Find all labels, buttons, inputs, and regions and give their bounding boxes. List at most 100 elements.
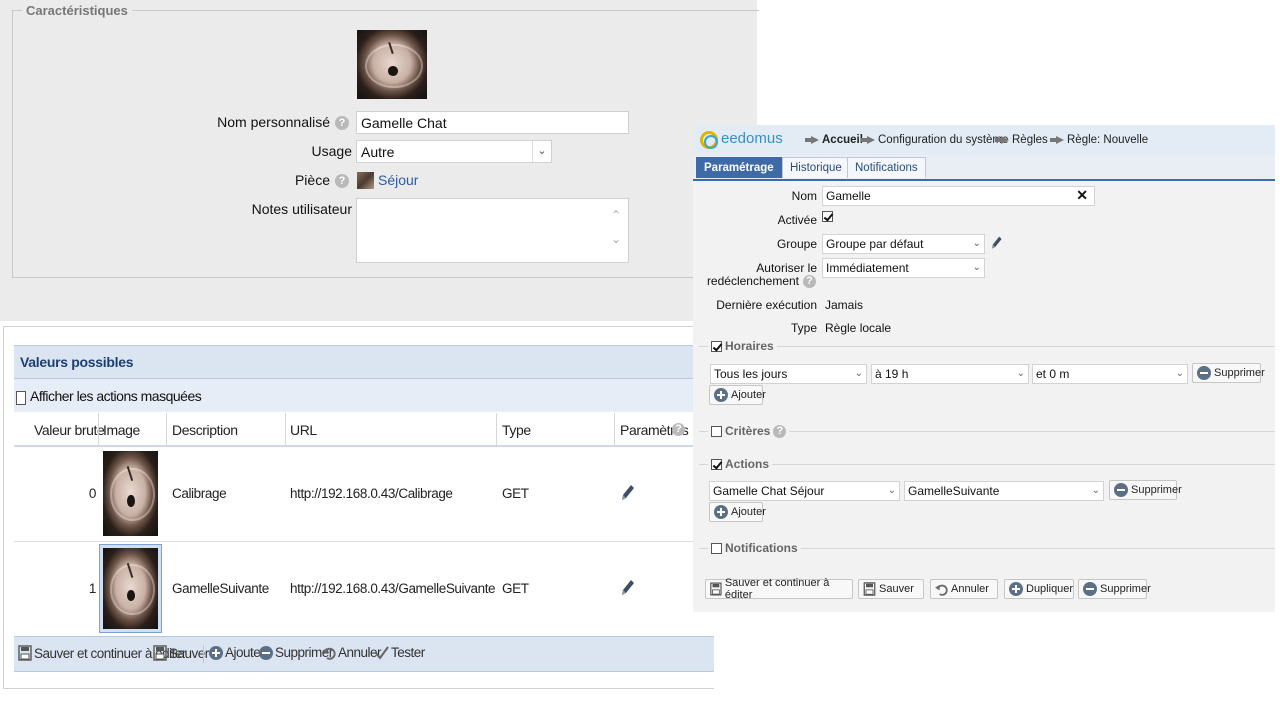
horaires-delete-button[interactable]: Supprimer — [1192, 363, 1265, 383]
row-description: Calibrage — [172, 486, 227, 501]
usage-value: Autre — [361, 144, 395, 160]
add-button[interactable]: Ajouter — [209, 645, 265, 660]
actions-checkbox[interactable] — [711, 458, 722, 470]
save-button[interactable]: Sauver — [858, 579, 924, 599]
activee-checkbox[interactable] — [822, 211, 833, 222]
autoriser-value: Immédiatement — [826, 261, 909, 275]
usage-label: Usage — [311, 143, 352, 159]
eedomus-logo-icon — [700, 131, 718, 149]
breadcrumb-regles[interactable]: Règles — [995, 134, 1048, 146]
actions-device-select[interactable]: Gamelle Chat Séjour ⌄ — [709, 481, 900, 501]
pencil-icon[interactable] — [619, 483, 635, 503]
eedomus-brand: eedomus — [721, 130, 783, 147]
test-button[interactable]: Tester — [375, 645, 425, 660]
table-row[interactable]: 1 GamelleSuivante http://192.168.0.43/Ga… — [14, 542, 714, 637]
horaires-jours-value: Tous les jours — [714, 367, 788, 381]
save-continue-label: Sauver et continuer à éditer — [724, 577, 830, 601]
help-icon[interactable]: ? — [773, 424, 787, 438]
notifications-checkbox[interactable] — [711, 542, 722, 554]
horaires-jours-select[interactable]: Tous les jours ⌄ — [710, 364, 867, 384]
horaires-minute-value: et 0 m — [1036, 367, 1070, 381]
piece-link[interactable]: Séjour — [378, 172, 418, 188]
horaires-minute-select[interactable]: et 0 m ⌄ — [1032, 364, 1188, 384]
breadcrumb-config[interactable]: Configuration du système — [861, 134, 1008, 146]
col-type: Type — [502, 422, 531, 438]
valeur-brute: 0 — [88, 486, 97, 501]
row-url: http://192.168.0.43/GamelleSuivante — [290, 581, 496, 596]
duplicate-button[interactable]: Dupliquer — [1004, 579, 1074, 599]
breadcrumb-current: Règle: Nouvelle — [1050, 134, 1148, 146]
delete-button[interactable]: Supprimer — [1078, 579, 1151, 599]
horaires-heure-select[interactable]: à 19 h ⌄ — [871, 364, 1029, 384]
table-row[interactable]: 0 Calibrage http://192.168.0.43/Calibrag… — [14, 447, 714, 542]
nom-input[interactable]: Gamelle ✕ — [822, 186, 1095, 206]
derniere-execution-label: Dernière exécution — [716, 298, 817, 312]
save-continue-button[interactable]: Sauver et continuer à éditer — [705, 577, 853, 601]
cancel-button[interactable]: Annuler — [930, 579, 998, 599]
delete-label: Supprimer — [1100, 583, 1151, 595]
breadcrumb-home[interactable]: Accueil — [805, 134, 863, 146]
horaires-heure-value: à 19 h — [875, 367, 909, 381]
criteres-checkbox[interactable] — [711, 425, 722, 437]
autoriser-label-line2: redéclenchement — [706, 274, 799, 288]
col-image: Image — [103, 422, 140, 438]
horaires-checkbox[interactable] — [711, 340, 722, 352]
nom-value: Gamelle — [826, 189, 871, 203]
actions-section: Actions — [708, 457, 773, 471]
valeurs-header-bar: Valeurs possibles — [14, 345, 714, 379]
piece-label: Pièce — [294, 172, 330, 188]
col-valeur-brute: Valeur brute — [34, 422, 105, 438]
clear-icon[interactable]: ✕ — [1076, 188, 1088, 202]
save-label: Sauver — [879, 583, 914, 595]
actions-add-button[interactable]: Ajouter — [709, 502, 766, 522]
autoriser-select[interactable]: Immédiatement ⌄ — [822, 258, 985, 278]
notes-textarea[interactable] — [356, 198, 629, 263]
col-description: Description — [172, 422, 238, 438]
help-icon[interactable]: ? — [803, 275, 816, 288]
type-label: Type — [790, 321, 817, 335]
nom-personnalise-input[interactable]: Gamelle Chat — [356, 111, 629, 134]
plus-icon — [1009, 582, 1023, 596]
chevron-down-icon: ⌄ — [1175, 368, 1184, 379]
tab-notifications[interactable]: Notifications — [847, 157, 926, 178]
actions-label: Actions — [725, 457, 770, 471]
chevron-down-icon[interactable]: ⌄ — [532, 141, 551, 162]
scroll-up-icon[interactable]: ⌃ — [611, 208, 621, 222]
eedomus-tabs: Paramétrage Historique Notifications — [693, 155, 1275, 181]
nom-personnalise-label: Nom personnalisé — [217, 114, 330, 130]
floppy-icon — [18, 645, 32, 661]
tab-parametrage[interactable]: Paramétrage — [696, 157, 782, 178]
valeur-brute: 1 — [88, 581, 97, 596]
help-icon[interactable]: ? — [672, 423, 685, 436]
help-icon[interactable]: ? — [335, 174, 349, 188]
criteres-section: Critères ? — [708, 424, 790, 438]
row-type: GET — [502, 486, 529, 501]
actions-divider — [699, 464, 1275, 465]
pencil-icon[interactable] — [619, 578, 635, 598]
save-button[interactable]: Sauver — [153, 645, 209, 661]
cancel-button[interactable]: Annuler — [322, 645, 382, 660]
derniere-execution-value: Jamais — [825, 298, 864, 312]
floppy-icon — [153, 645, 167, 661]
help-icon[interactable]: ? — [335, 116, 349, 130]
test-label: Tester — [391, 645, 425, 660]
autoriser-label-line1: Autoriser le — [756, 261, 817, 275]
pencil-icon[interactable] — [989, 235, 1003, 251]
horaires-add-button[interactable]: Ajouter — [709, 385, 766, 405]
groupe-label: Groupe — [776, 237, 817, 251]
tab-historique[interactable]: Historique — [782, 157, 850, 178]
usage-select[interactable]: Autre ⌄ — [356, 140, 552, 163]
chevron-down-icon: ⌄ — [854, 368, 863, 379]
type-value: Règle locale — [825, 321, 892, 335]
actions-value-select[interactable]: GamelleSuivante ⌄ — [904, 481, 1104, 501]
actions-delete-button[interactable]: Supprimer — [1109, 480, 1182, 500]
actions-device-value: Gamelle Chat Séjour — [713, 484, 825, 498]
show-hidden-checkbox[interactable] — [16, 391, 26, 405]
notifications-label: Notifications — [725, 541, 798, 555]
scroll-down-icon[interactable]: ⌄ — [611, 232, 621, 246]
horaires-section: Horaires — [708, 339, 777, 353]
row-image-selected[interactable] — [99, 544, 162, 633]
floppy-icon — [710, 582, 722, 596]
groupe-select[interactable]: Groupe par défaut ⌄ — [822, 234, 985, 254]
cancel-label: Annuler — [951, 583, 989, 595]
